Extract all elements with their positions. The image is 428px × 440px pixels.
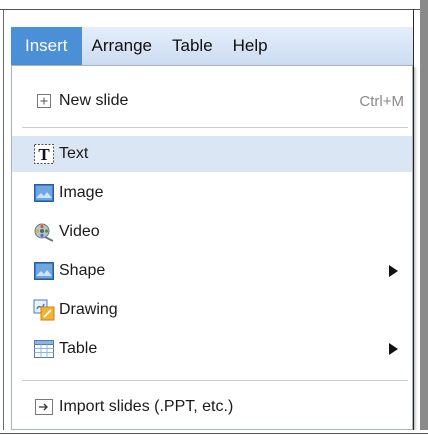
text-label: Text: [59, 145, 89, 162]
text-box-icon: T: [33, 143, 55, 165]
menu-item-new-slide[interactable]: New slide Ctrl+M: [12, 83, 412, 119]
image-label: Image: [59, 184, 104, 201]
table-label: Table: [59, 340, 98, 357]
film-reel-icon: [33, 221, 55, 243]
menu-bar: Insert Arrange Table Help: [11, 27, 413, 66]
window-frame-left: [3, 9, 4, 440]
menu-item-import-slides[interactable]: Import slides (.PPT, etc.): [12, 389, 412, 425]
submenu-arrow-icon: [389, 265, 398, 277]
video-label: Video: [59, 223, 100, 240]
menu-item-drawing[interactable]: Drawing: [12, 292, 412, 328]
menu-separator: [22, 127, 408, 128]
window-frame-bottom-line: [0, 433, 428, 434]
plus-box-icon: [33, 90, 55, 112]
drawing-icon: [33, 299, 55, 321]
menu-help[interactable]: Help: [223, 27, 278, 65]
window-frame-top: [0, 0, 428, 16]
shape-label: Shape: [59, 262, 106, 279]
menu-item-text[interactable]: T Text: [12, 136, 412, 172]
table-icon: [33, 338, 55, 360]
import-arrow-icon: [33, 396, 55, 418]
menu-separator: [22, 380, 408, 381]
window-frame-line: [0, 9, 428, 10]
insert-dropdown-menu: New slide Ctrl+M T Text Image Video Shap…: [11, 65, 413, 430]
menu-arrange[interactable]: Arrange: [82, 27, 162, 65]
image-icon: [33, 260, 55, 282]
menu-table[interactable]: Table: [162, 27, 223, 65]
import-slides-label: Import slides (.PPT, etc.): [59, 398, 234, 415]
new-slide-shortcut: Ctrl+M: [359, 92, 404, 110]
menu-item-shape[interactable]: Shape: [12, 253, 412, 289]
menu-item-table[interactable]: Table: [12, 331, 412, 367]
menu-item-video[interactable]: Video: [12, 214, 412, 250]
image-icon: [33, 182, 55, 204]
window-scrollbar-strip: [420, 0, 428, 440]
window-frame-right: [413, 9, 414, 440]
submenu-arrow-icon: [389, 343, 398, 355]
drawing-label: Drawing: [59, 301, 118, 318]
menu-insert[interactable]: Insert: [11, 27, 82, 65]
new-slide-label: New slide: [59, 92, 129, 109]
svg-text:T: T: [38, 145, 50, 164]
menu-item-image[interactable]: Image: [12, 175, 412, 211]
window-frame-bottom: [0, 430, 428, 440]
